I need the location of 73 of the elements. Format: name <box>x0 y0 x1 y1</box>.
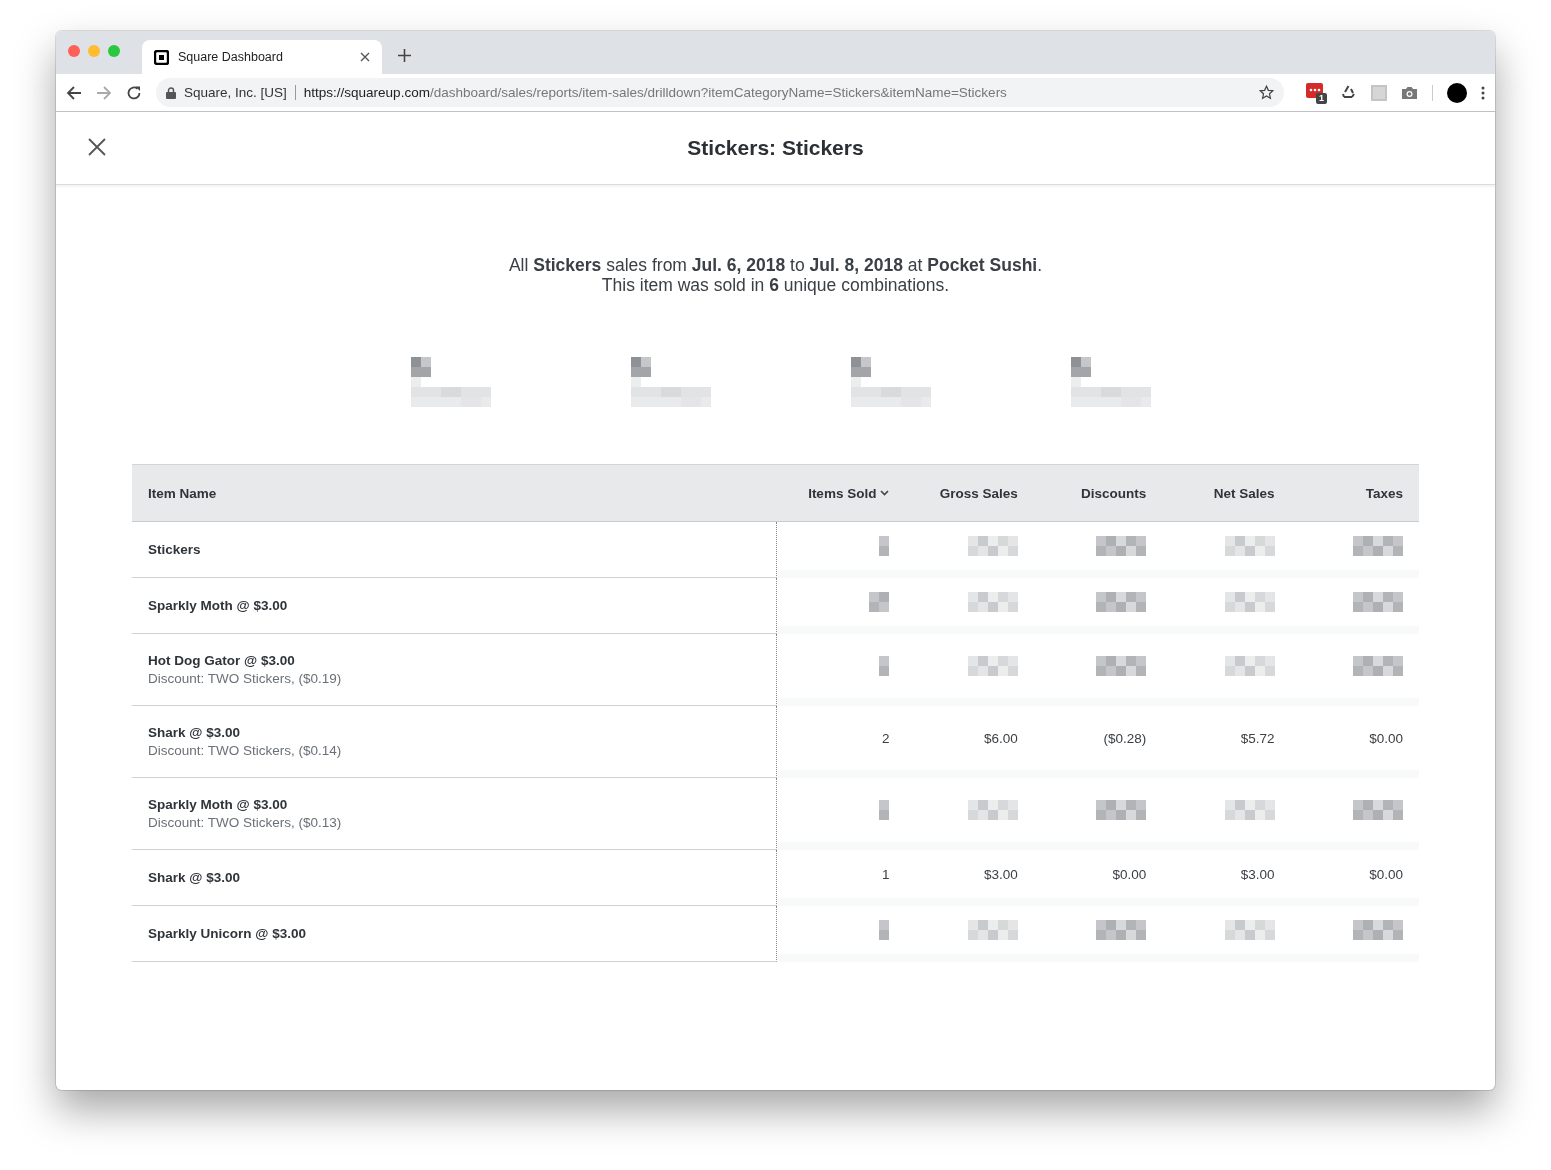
pixelated-redaction <box>1353 536 1403 556</box>
pixelated-redaction <box>967 592 1018 612</box>
pixelated-redaction <box>967 920 1018 940</box>
pixelated-redaction <box>967 656 1018 676</box>
summary-text: All Stickers sales from Jul. 6, 2018 to Jul. 8, 2018 at Pocket Sushi. <box>507 255 1044 275</box>
reload-icon[interactable] <box>126 84 142 101</box>
pixelated-redaction <box>879 536 890 556</box>
browser-tab[interactable]: Square Dashboard <box>142 40 382 74</box>
pixelated-redaction <box>1353 800 1403 820</box>
back-arrow-icon[interactable] <box>66 84 82 101</box>
sort-caret-icon <box>880 490 890 496</box>
pixelated-redaction <box>1224 920 1275 940</box>
table-cell: $6.00 <box>984 730 1018 746</box>
table-cell: $0.00 <box>1369 730 1403 746</box>
close-tab-icon[interactable] <box>360 52 370 62</box>
pixelated-redaction <box>1096 800 1147 820</box>
item-name: Sparkly Moth @ $3.00 <box>148 797 289 812</box>
column-header[interactable]: Discounts <box>1080 485 1147 501</box>
pixelated-redaction <box>879 656 890 676</box>
pixelated-redaction <box>1096 592 1147 612</box>
page-title: Stickers: Stickers <box>687 136 864 160</box>
star-icon[interactable] <box>1259 85 1274 100</box>
table-cell: $5.72 <box>1240 730 1275 746</box>
column-header[interactable]: Item Name <box>148 485 217 501</box>
menu-icon[interactable] <box>1481 85 1485 100</box>
extension-badge: 1 <box>1316 92 1327 104</box>
url-text: https://squareup.com/dashboard/sales/reports/item-sales/drilldown?itemCategoryName=Stickers&itemName=Stickers <box>303 85 1008 100</box>
item-name: Shark @ $3.00 <box>148 870 241 885</box>
item-name: Shark @ $3.00 <box>148 725 241 740</box>
pixelated-redaction <box>879 800 890 820</box>
pixelated-redaction <box>967 800 1018 820</box>
pixelated-redaction <box>1096 536 1147 556</box>
summary-text: This item was sold in 6 unique combinations. <box>600 275 951 295</box>
item-name: Hot Dog Gator @ $3.00 <box>148 653 296 668</box>
discount-text: Discount: TWO Stickers, ($0.19) <box>148 671 343 686</box>
profile-avatar[interactable] <box>1447 82 1467 103</box>
pixelated-redaction <box>1096 920 1147 940</box>
pixelated-redaction <box>1224 800 1275 820</box>
table-cell: $3.00 <box>1240 866 1275 882</box>
pixelated-redaction <box>1353 656 1403 676</box>
address-bar[interactable]: Square, Inc. [US] https://squareup.com/dashboard/sales/reports/item-sales/drilldown?itemCategoryName=Stickers&itemName=Stickers <box>156 78 1284 107</box>
site-owner-label: Square, Inc. [US] <box>184 85 296 100</box>
table-cell: $0.00 <box>1112 866 1147 882</box>
pixelated-redaction <box>1224 536 1275 556</box>
lock-icon <box>166 86 176 99</box>
pixelated-redaction <box>869 592 890 612</box>
column-header[interactable]: Gross Sales <box>939 485 1018 501</box>
table-cell: $3.00 <box>984 866 1018 882</box>
recycle-icon[interactable] <box>1340 84 1357 101</box>
camera-icon[interactable] <box>1401 85 1418 100</box>
square-logo-icon <box>154 49 169 65</box>
pixelated-redaction <box>1353 920 1403 940</box>
pixelated-redaction <box>1096 656 1147 676</box>
new-tab-icon[interactable] <box>398 49 411 62</box>
pixelated-redaction <box>879 920 890 940</box>
item-name: Stickers <box>148 542 202 557</box>
table-cell: $0.00 <box>1369 866 1403 882</box>
pixelated-redaction <box>1224 592 1275 612</box>
table-cell: 1 <box>881 866 890 882</box>
column-header[interactable]: Items Sold <box>808 485 890 501</box>
tab-title: Square Dashboard <box>178 50 284 64</box>
item-name: Sparkly Unicorn @ $3.00 <box>148 926 307 941</box>
column-header[interactable]: Net Sales <box>1213 485 1275 501</box>
column-header[interactable]: Taxes <box>1365 485 1403 501</box>
table-cell: ($0.28) <box>1103 730 1147 746</box>
discount-text: Discount: TWO Stickers, ($0.13) <box>148 815 343 830</box>
extension-icon[interactable] <box>1306 82 1324 99</box>
item-name: Sparkly Moth @ $3.00 <box>148 598 289 613</box>
pixelated-redaction <box>967 536 1018 556</box>
pixelated-redaction <box>1353 592 1403 612</box>
discount-text: Discount: TWO Stickers, ($0.14) <box>148 743 343 758</box>
table-cell: 2 <box>881 730 890 746</box>
pixelated-redaction <box>1224 656 1275 676</box>
